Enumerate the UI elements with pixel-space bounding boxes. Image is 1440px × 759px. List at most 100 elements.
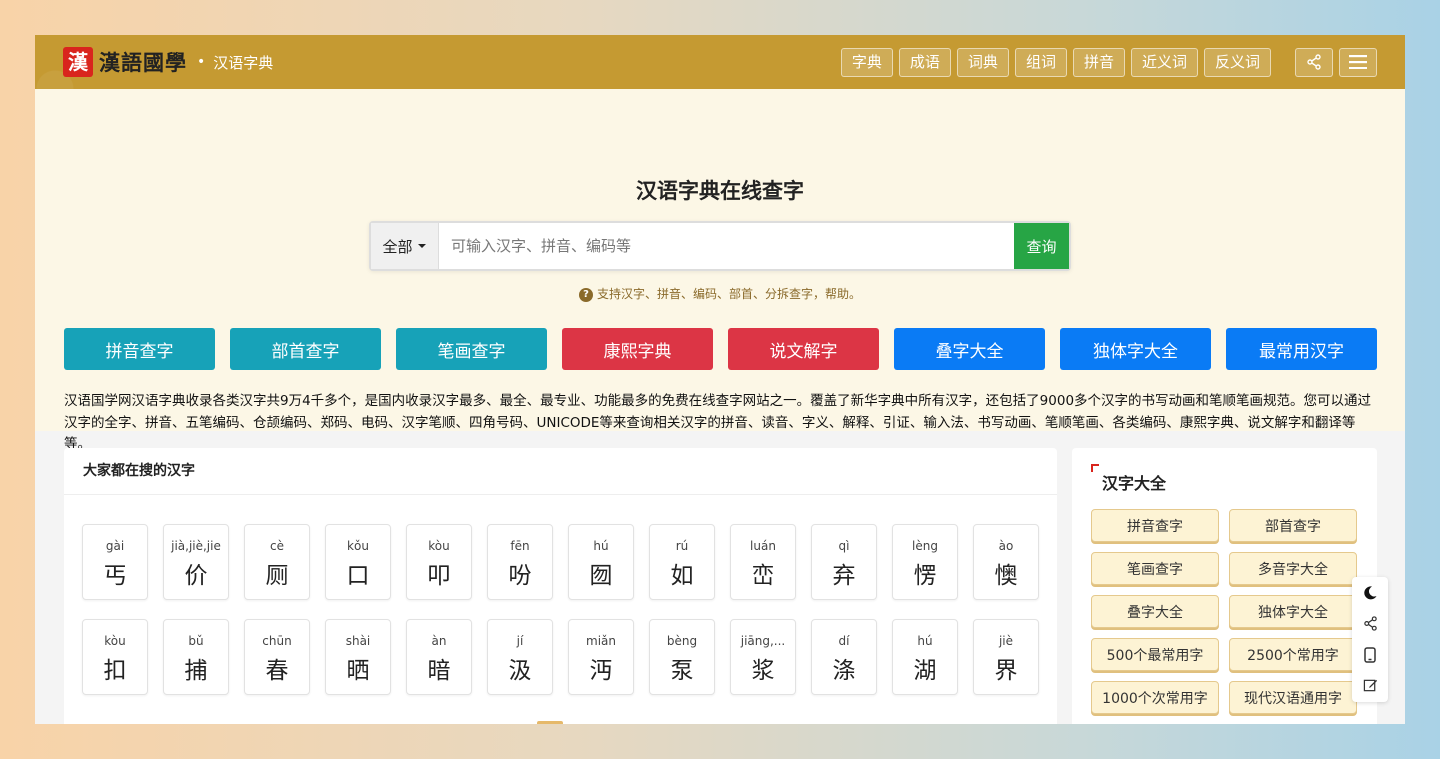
pinyin: gài xyxy=(105,539,125,553)
search-input[interactable] xyxy=(439,223,1014,269)
tool-pinyin-lookup[interactable]: 拼音查字 xyxy=(64,328,215,370)
side-1000-secondary[interactable]: 1000个次常用字 xyxy=(1091,681,1219,714)
side-2500-common[interactable]: 2500个常用字 xyxy=(1229,638,1357,671)
share-icon[interactable] xyxy=(1352,608,1388,639)
nav-chengyu[interactable]: 成语 xyxy=(898,47,951,77)
character: 愣 xyxy=(913,563,937,589)
pinyin: bèng xyxy=(666,634,698,648)
nav-jinyici[interactable]: 近义词 xyxy=(1130,47,1198,77)
character: 厕 xyxy=(265,563,289,589)
pinyin: hú xyxy=(917,634,933,648)
side-radical-lookup[interactable]: 部首查字 xyxy=(1229,509,1357,542)
character-card[interactable]: cè 厕 xyxy=(244,524,310,600)
character-card[interactable]: kòu 叩 xyxy=(406,524,472,600)
moon-icon[interactable] xyxy=(1352,577,1388,608)
pinyin: àn xyxy=(431,634,447,648)
character-card[interactable]: miǎn 沔 xyxy=(568,619,634,695)
tool-single-component-characters[interactable]: 独体字大全 xyxy=(1060,328,1211,370)
character: 涤 xyxy=(832,658,856,684)
pinyin: hú xyxy=(593,539,609,553)
nav-pinyin[interactable]: 拼音 xyxy=(1072,47,1125,77)
tool-radical-lookup[interactable]: 部首查字 xyxy=(230,328,381,370)
character-card[interactable]: luán 峦 xyxy=(730,524,796,600)
pinyin: lèng xyxy=(912,539,938,553)
character-card[interactable]: chūn 春 xyxy=(244,619,310,695)
nav-fanyici[interactable]: 反义词 xyxy=(1203,47,1271,77)
character: 峦 xyxy=(751,563,775,589)
character-card[interactable]: qì 弃 xyxy=(811,524,877,600)
popular-characters-panel: 大家都在搜的汉字 gài 丐 jià,jiè,jie 价 cè 厕 kǒu 口 kòu 叩… xyxy=(64,448,1057,724)
side-stroke-lookup[interactable]: 笔画查字 xyxy=(1091,552,1219,585)
character-card[interactable]: lèng 愣 xyxy=(892,524,958,600)
character-card[interactable]: jiè 界 xyxy=(973,619,1039,695)
search-help: ? 支持汉字、拼音、编码、部首、分拆查字，帮助。 xyxy=(35,285,1405,302)
tool-shuowen-jiezi[interactable]: 说文解字 xyxy=(728,328,879,370)
logo-separator: • xyxy=(197,54,206,70)
search-button[interactable]: 查询 xyxy=(1014,223,1069,269)
character: 沔 xyxy=(589,658,613,684)
pinyin: shài xyxy=(345,634,371,648)
tool-kangxi-dictionary[interactable]: 康熙字典 xyxy=(562,328,713,370)
popular-characters-title: 大家都在搜的汉字 xyxy=(64,448,1057,495)
character: 懊 xyxy=(994,563,1018,589)
pinyin: kǒu xyxy=(347,539,369,553)
character: 如 xyxy=(670,563,694,589)
character-card[interactable]: fēn 吩 xyxy=(487,524,553,600)
side-modern-general[interactable]: 现代汉语通用字 xyxy=(1229,681,1357,714)
character-card[interactable]: jià,jiè,jie 价 xyxy=(163,524,229,600)
pinyin: chūn xyxy=(262,634,292,648)
character-card[interactable]: hú 湖 xyxy=(892,619,958,695)
phone-icon[interactable] xyxy=(1352,639,1388,670)
character: 丐 xyxy=(103,563,127,589)
logo-text[interactable]: 漢語國學 xyxy=(99,47,187,77)
menu-icon[interactable] xyxy=(1339,47,1377,77)
side-500-common[interactable]: 500个最常用字 xyxy=(1091,638,1219,671)
nav-zidian[interactable]: 字典 xyxy=(840,47,893,77)
logo-icon[interactable]: 漢 xyxy=(63,47,93,77)
side-polyphonic-characters[interactable]: 多音字大全 xyxy=(1229,552,1357,585)
help-text[interactable]: 支持汉字、拼音、编码、部首、分拆查字，帮助。 xyxy=(597,287,861,301)
page-title: 汉语字典在线查字 xyxy=(636,179,804,203)
character-card[interactable]: rú 如 xyxy=(649,524,715,600)
search-category-dropdown[interactable]: 全部 xyxy=(371,223,439,269)
character-card[interactable]: àn 暗 xyxy=(406,619,472,695)
character-card[interactable]: hú 囫 xyxy=(568,524,634,600)
character-card[interactable]: bèng 泵 xyxy=(649,619,715,695)
pinyin: cè xyxy=(270,539,284,553)
page-title-wrap: 汉语字典在线查字 xyxy=(35,175,1405,205)
character-card[interactable]: ào 懊 xyxy=(973,524,1039,600)
character-card[interactable]: jí 汲 xyxy=(487,619,553,695)
edit-icon[interactable] xyxy=(1352,670,1388,701)
character-card[interactable]: bǔ 捕 xyxy=(163,619,229,695)
character: 晒 xyxy=(346,658,370,684)
pagination-dot[interactable] xyxy=(537,721,563,724)
tool-stacked-characters[interactable]: 叠字大全 xyxy=(894,328,1045,370)
tool-stroke-lookup[interactable]: 笔画查字 xyxy=(396,328,547,370)
nav-cidian[interactable]: 词典 xyxy=(956,47,1009,77)
pinyin: jí xyxy=(516,634,524,648)
nav-zuci[interactable]: 组词 xyxy=(1014,47,1067,77)
pinyin: qì xyxy=(838,539,850,553)
share-icon[interactable] xyxy=(1295,47,1333,77)
character-card[interactable]: kòu 扣 xyxy=(82,619,148,695)
character-card[interactable]: gài 丐 xyxy=(82,524,148,600)
character: 湖 xyxy=(913,658,937,684)
floating-toolbar xyxy=(1352,577,1388,702)
character-card[interactable]: kǒu 口 xyxy=(325,524,391,600)
pinyin: ào xyxy=(998,539,1014,553)
question-icon: ? xyxy=(578,288,593,302)
character-card[interactable]: dí 涤 xyxy=(811,619,877,695)
search-bar: 全部 查询 xyxy=(369,221,1071,271)
tool-most-common-characters[interactable]: 最常用汉字 xyxy=(1226,328,1377,370)
side-pinyin-lookup[interactable]: 拼音查字 xyxy=(1091,509,1219,542)
side-stacked-characters[interactable]: 叠字大全 xyxy=(1091,595,1219,628)
side-single-component-characters[interactable]: 独体字大全 xyxy=(1229,595,1357,628)
character-card[interactable]: jiāng,... 浆 xyxy=(730,619,796,695)
hero-section: 汉语字典在线查字 全部 查询 ? 支持汉字、拼音、编码、部首、分拆查字，帮助。 拼… xyxy=(35,89,1405,452)
character: 浆 xyxy=(751,658,775,684)
site-section-link[interactable]: 汉语字典 xyxy=(213,52,273,73)
caret-down-icon xyxy=(417,244,426,248)
character-card[interactable]: shài 晒 xyxy=(325,619,391,695)
character-collection-panel: 汉字大全 拼音查字 部首查字 笔画查字 多音字大全 叠字大全 独体字大全 500… xyxy=(1072,448,1377,724)
panel-title: 汉字大全 xyxy=(1102,474,1167,493)
